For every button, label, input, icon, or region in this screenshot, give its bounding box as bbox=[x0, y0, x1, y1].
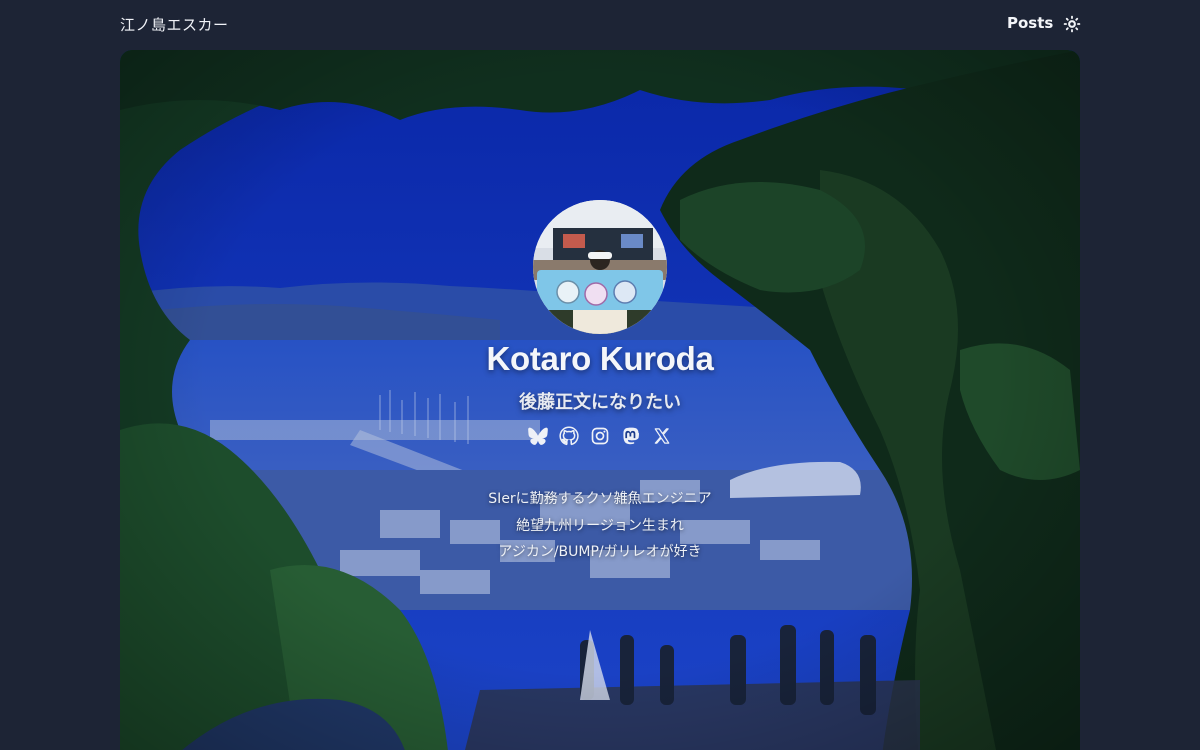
bio-line: SIerに勤務するクソ雑魚エンジニア bbox=[488, 491, 712, 507]
profile-name: Kotaro Kuroda bbox=[486, 340, 714, 377]
sun-gear-icon bbox=[1063, 15, 1081, 33]
hero-banner: Kotaro Kuroda 後藤正文になりたい SIerに勤務するクソ雑魚エンジ… bbox=[120, 50, 1080, 750]
instagram-link[interactable] bbox=[589, 425, 611, 447]
site-header: 江ノ島エスカー Posts bbox=[0, 0, 1200, 50]
avatar-photo bbox=[533, 200, 667, 334]
profile-bio: SIerに勤務するクソ雑魚エンジニア 絶望九州リージョン生まれ アジカン/BUM… bbox=[120, 486, 1080, 566]
profile-avatar bbox=[533, 200, 667, 334]
instagram-icon bbox=[591, 427, 609, 445]
bio-line: 絶望九州リージョン生まれ bbox=[516, 517, 684, 534]
nav-posts-link[interactable]: Posts bbox=[1007, 14, 1053, 32]
mastodon-link[interactable] bbox=[620, 425, 642, 447]
github-link[interactable] bbox=[558, 425, 580, 447]
bluesky-icon bbox=[528, 427, 548, 445]
x-link[interactable] bbox=[651, 425, 673, 447]
social-links bbox=[527, 424, 673, 448]
bio-line: アジカン/BUMP/ガリレオが好き bbox=[498, 544, 702, 560]
theme-toggle-button[interactable] bbox=[1062, 14, 1082, 34]
x-icon bbox=[654, 428, 670, 444]
mastodon-icon bbox=[623, 427, 640, 445]
profile-tagline: 後藤正文になりたい bbox=[519, 392, 681, 413]
github-icon bbox=[559, 426, 579, 446]
site-title[interactable]: 江ノ島エスカー bbox=[120, 14, 229, 35]
bluesky-link[interactable] bbox=[527, 425, 549, 447]
